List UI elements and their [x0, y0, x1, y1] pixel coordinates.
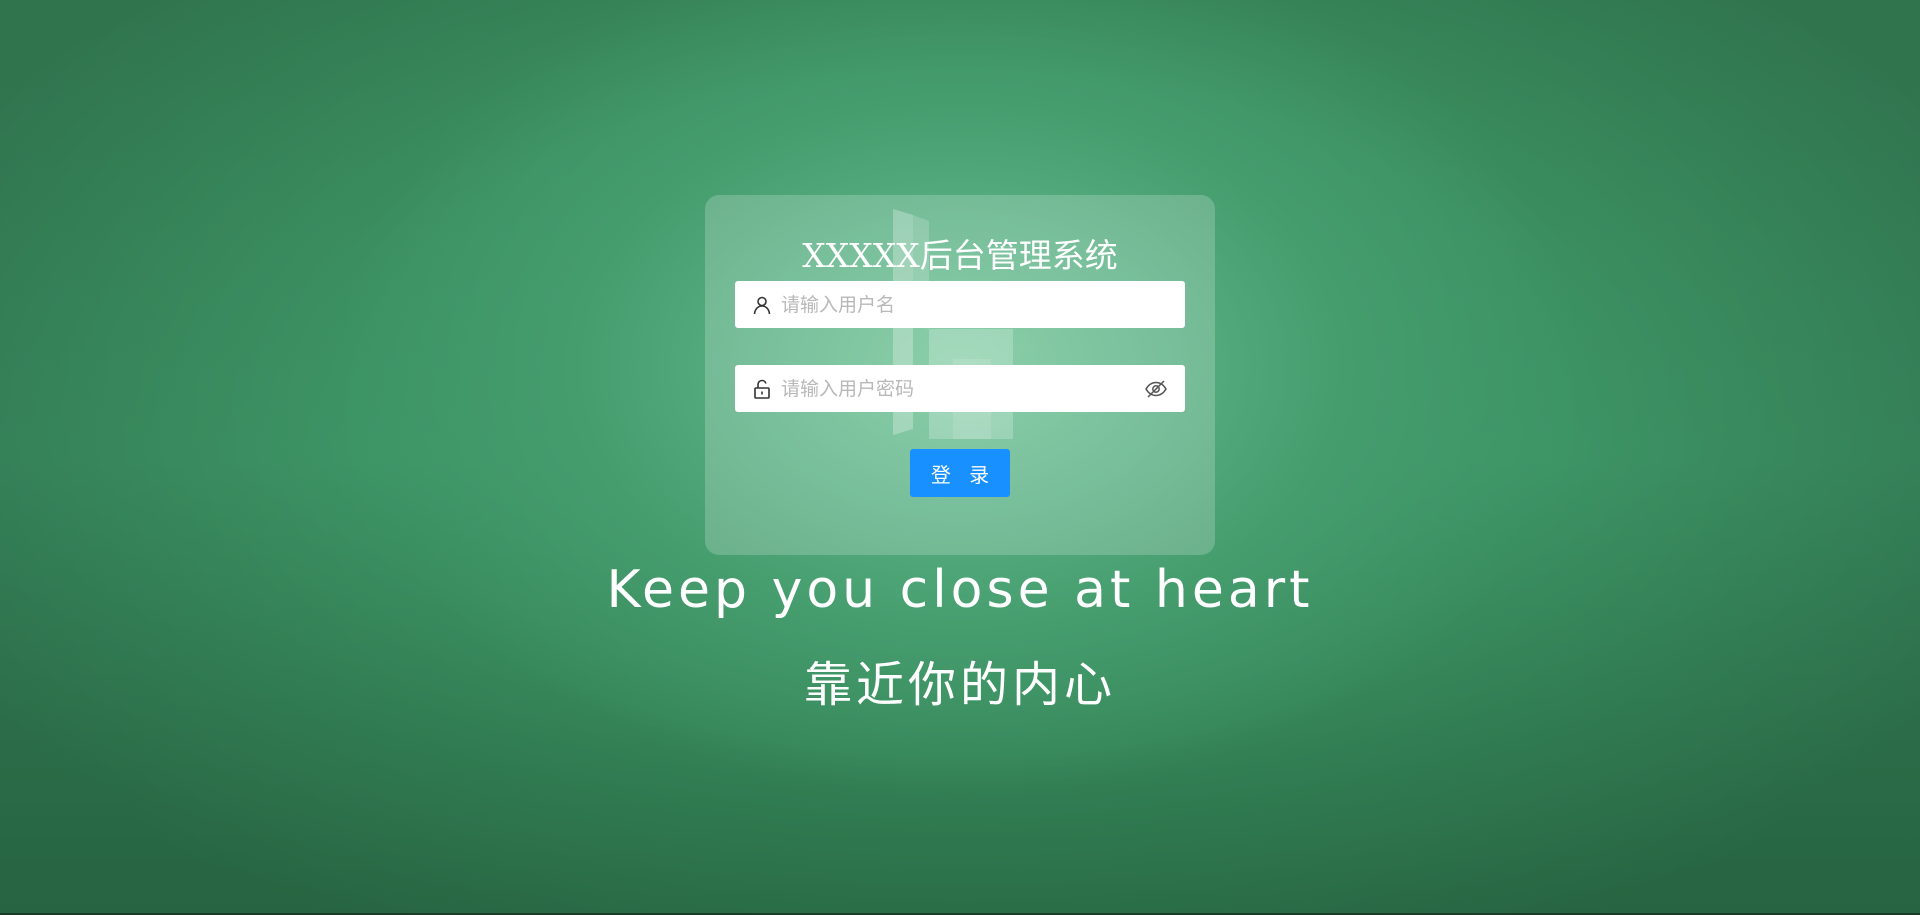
password-field[interactable] [735, 365, 1185, 412]
user-icon [751, 294, 773, 316]
slogan-chinese: 靠近你的内心 [803, 657, 1116, 713]
username-field[interactable] [735, 281, 1185, 328]
unlock-icon [751, 378, 773, 400]
password-input[interactable] [781, 365, 1143, 412]
login-card: XXXXX后台管理系统 登 录 [705, 195, 1215, 555]
slogan-english: Keep you close at heart [606, 560, 1314, 620]
eye-off-icon[interactable] [1143, 376, 1169, 402]
page-title: XXXXX后台管理系统 [802, 236, 1118, 275]
username-input[interactable] [781, 281, 1185, 328]
login-button[interactable]: 登 录 [910, 449, 1010, 497]
